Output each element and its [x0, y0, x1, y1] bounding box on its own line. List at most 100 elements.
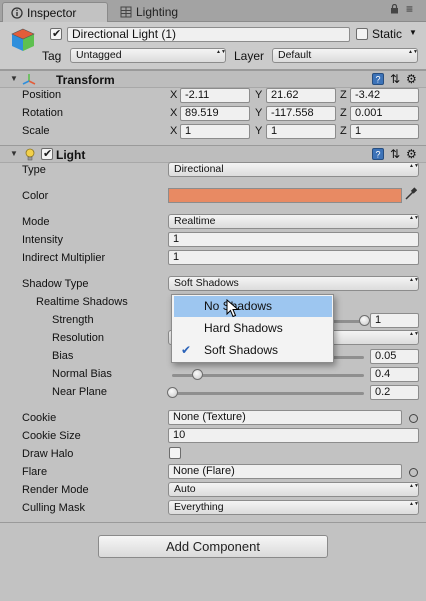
position-z-label[interactable]: Z [340, 89, 347, 101]
near-plane-slider-track[interactable] [172, 392, 364, 395]
scale-z-input[interactable]: 1 [350, 124, 419, 139]
near-plane-input[interactable]: 0.2 [370, 385, 419, 400]
normal-bias-input[interactable]: 0.4 [370, 367, 419, 382]
lock-icon[interactable] [390, 3, 399, 17]
rotation-z-input[interactable]: 0.001 [350, 106, 419, 121]
position-label: Position [22, 89, 62, 101]
indirect-multiplier-input[interactable]: 1 [168, 250, 419, 265]
type-dropdown[interactable]: Directional [168, 162, 419, 177]
tab-inspector[interactable]: Inspector [2, 2, 108, 22]
intensity-label: Intensity [22, 234, 63, 246]
cookie-object-field[interactable]: None (Texture) [168, 410, 402, 425]
rotation-x-label[interactable]: X [170, 107, 177, 119]
shadow-type-dropdown[interactable]: Soft Shadows [168, 276, 419, 291]
cookie-size-input[interactable]: 10 [168, 428, 419, 443]
resolution-label: Resolution [52, 332, 104, 344]
scale-y-input[interactable]: 1 [266, 124, 336, 139]
strength-label: Strength [52, 314, 94, 326]
render-mode-dropdown[interactable]: Auto [168, 482, 419, 497]
bias-input[interactable]: 0.05 [370, 349, 419, 364]
rotation-y-label[interactable]: Y [255, 107, 262, 119]
foldout-arrow-icon[interactable]: ▼ [10, 149, 18, 158]
render-mode-label: Render Mode [22, 484, 89, 496]
light-header[interactable]: ▼ Light ? ⇅ ⚙ [0, 145, 426, 163]
position-y-label[interactable]: Y [255, 89, 262, 101]
transform-title: Transform [56, 73, 115, 87]
intensity-input[interactable]: 1 [168, 232, 419, 247]
presets-icon[interactable]: ⇅ [390, 73, 402, 85]
eyedropper-icon[interactable] [404, 187, 418, 204]
position-y-input[interactable]: 21.62 [266, 88, 336, 103]
transform-header[interactable]: ▼ Transform ? ⇅ ⚙ [0, 70, 426, 88]
tab-inspector-label: Inspector [27, 5, 77, 20]
layer-label: Layer [234, 49, 265, 63]
tab-lighting-label: Lighting [136, 5, 179, 19]
rotation-y-input[interactable]: -117.558 [266, 106, 336, 121]
settings-gear-icon[interactable]: ⚙ [406, 148, 418, 160]
rotation-x-input[interactable]: 89.519 [180, 106, 250, 121]
cookie-label: Cookie [22, 412, 57, 424]
lighting-icon [120, 6, 132, 18]
object-picker-icon[interactable] [409, 414, 418, 423]
popup-item-label: Soft Shadows [204, 343, 279, 357]
near-plane-label: Near Plane [52, 386, 108, 398]
scale-x-input[interactable]: 1 [180, 124, 250, 139]
object-picker-icon[interactable] [409, 468, 418, 477]
type-label: Type [22, 164, 46, 176]
position-x-input[interactable]: -2.11 [180, 88, 250, 103]
add-component-button[interactable]: Add Component [98, 535, 328, 558]
popup-item-no-shadows[interactable]: No Shadows [174, 296, 332, 317]
object-header: Directional Light (1) Static ▼ Tag Untag… [0, 22, 426, 70]
popup-item-soft-shadows[interactable]: ✔ Soft Shadows [174, 340, 332, 361]
shadow-type-popup: No Shadows Hard Shadows ✔ Soft Shadows [171, 294, 334, 363]
inspector-icon [11, 6, 23, 19]
flare-label: Flare [22, 466, 48, 478]
checkmark-icon: ✔ [181, 343, 192, 357]
popup-item-label: Hard Shadows [204, 321, 283, 335]
help-book-icon[interactable]: ? [372, 148, 384, 160]
scale-y-label[interactable]: Y [255, 125, 262, 137]
settings-gear-icon[interactable]: ⚙ [406, 73, 418, 85]
strength-slider-thumb[interactable] [359, 315, 370, 326]
scale-x-label[interactable]: X [170, 125, 177, 137]
help-book-icon[interactable]: ? [372, 73, 384, 85]
mode-dropdown[interactable]: Realtime [168, 214, 419, 229]
tab-lighting[interactable]: Lighting [112, 2, 202, 22]
shadow-type-label: Shadow Type [22, 278, 89, 290]
indirect-multiplier-label: Indirect Multiplier [22, 252, 106, 264]
cookie-size-label: Cookie Size [22, 430, 81, 442]
static-checkbox[interactable] [356, 28, 368, 40]
transform-axes-icon [22, 73, 36, 85]
light-enabled-checkbox[interactable] [41, 147, 53, 160]
scale-z-label[interactable]: Z [340, 125, 347, 137]
position-x-label[interactable]: X [170, 89, 177, 101]
popup-item-hard-shadows[interactable]: Hard Shadows [174, 318, 332, 339]
realtime-shadows-label: Realtime Shadows [36, 296, 128, 308]
tag-dropdown[interactable]: Untagged [70, 48, 226, 63]
strength-input[interactable]: 1 [370, 313, 419, 328]
presets-icon[interactable]: ⇅ [390, 148, 402, 160]
divider [0, 522, 426, 523]
draw-halo-checkbox[interactable] [169, 447, 181, 459]
rotation-z-label[interactable]: Z [340, 107, 347, 119]
rotation-label: Rotation [22, 107, 63, 119]
near-plane-slider-thumb[interactable] [167, 387, 178, 398]
culling-mask-label: Culling Mask [22, 502, 85, 514]
object-name-input[interactable]: Directional Light (1) [67, 27, 350, 42]
color-label: Color [22, 190, 49, 202]
position-z-input[interactable]: -3.42 [350, 88, 419, 103]
active-checkbox[interactable] [50, 27, 62, 40]
color-field[interactable] [168, 188, 402, 203]
normal-bias-slider-thumb[interactable] [191, 369, 203, 380]
tab-menu-icon[interactable]: ≡ [406, 2, 413, 16]
tab-bar: Inspector Lighting ≡ [0, 0, 426, 22]
tag-label: Tag [42, 49, 62, 63]
flare-object-field[interactable]: None (Flare) [168, 464, 402, 479]
bias-label: Bias [52, 350, 74, 362]
layer-dropdown[interactable]: Default [272, 48, 418, 63]
culling-mask-dropdown[interactable]: Everything [168, 500, 419, 515]
foldout-arrow-icon[interactable]: ▼ [10, 74, 18, 83]
static-dropdown-arrow-icon[interactable]: ▼ [409, 28, 417, 37]
mode-label: Mode [22, 216, 50, 228]
static-label: Static [372, 27, 403, 41]
